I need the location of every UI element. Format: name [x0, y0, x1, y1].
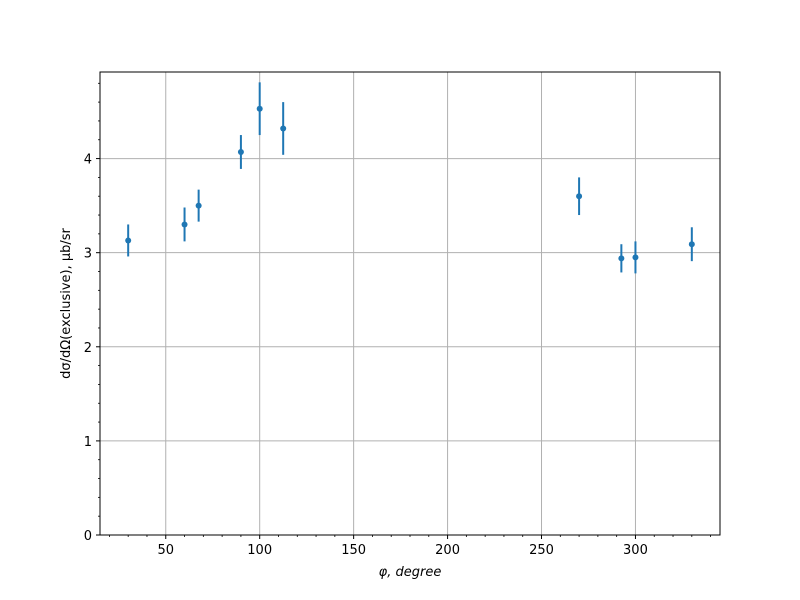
x-tick-label: 150: [341, 543, 366, 558]
figure-background: [0, 0, 800, 600]
y-tick-label: 4: [84, 153, 92, 168]
chart: 50 100 150 200 250 300 0 1 2 3 4 φ, degree dσ/dΩ(e…: [0, 0, 800, 600]
data-point: [256, 105, 263, 112]
x-axis-label: φ, degree: [379, 565, 442, 580]
data-point: [688, 241, 695, 248]
data-point: [632, 254, 639, 261]
data-point: [125, 237, 132, 244]
x-tick-label: 100: [247, 543, 272, 558]
x-tick-label: 200: [435, 543, 460, 558]
x-tick-label: 50: [157, 543, 174, 558]
data-point: [576, 193, 583, 200]
data-point: [280, 125, 287, 132]
y-tick-label: 2: [84, 341, 92, 356]
data-point: [195, 202, 202, 209]
data-point: [237, 148, 244, 155]
y-tick-label: 3: [84, 247, 92, 262]
x-tick-label: 300: [623, 543, 648, 558]
x-tick-label: 250: [529, 543, 554, 558]
data-point: [618, 255, 625, 262]
y-axis-label: dσ/dΩ(exclusive), μb/sr: [59, 227, 74, 378]
y-tick-label: 0: [84, 529, 92, 544]
data-point: [181, 221, 188, 228]
y-tick-label: 1: [84, 435, 92, 450]
